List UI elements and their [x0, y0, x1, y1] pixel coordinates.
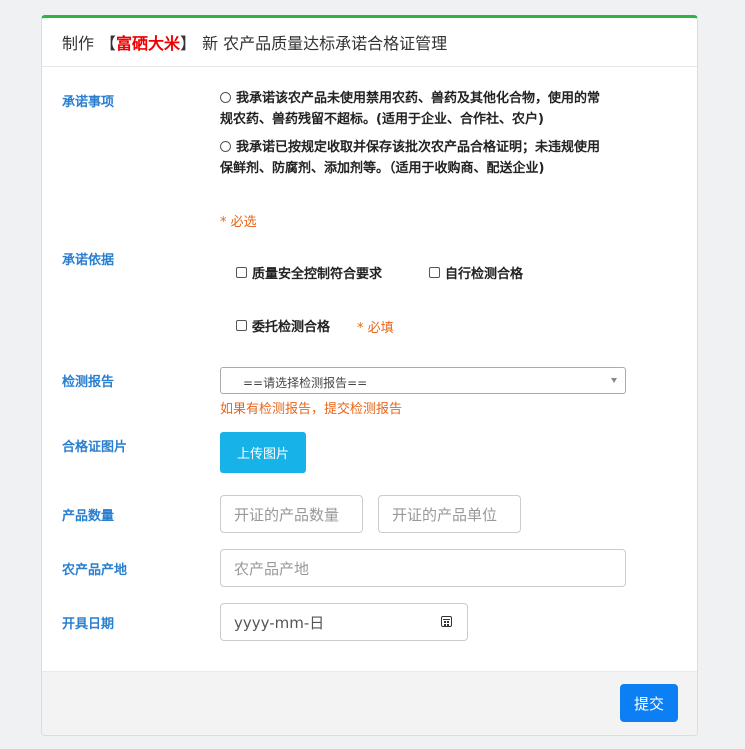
origin-input[interactable]: 农产品产地 — [220, 549, 626, 587]
basis-option-entrusted-test-text: 委托检测合格 — [252, 320, 331, 335]
header-product-name: 富硒大米 — [116, 34, 181, 53]
basis-option-quality-control-text: 质量安全控制符合要求 — [252, 267, 383, 282]
header-prefix: 制作 — [62, 34, 95, 53]
commitment-option-1[interactable]: 我承诺该农产品未使用禁用农药、兽药及其他化合物，使用的常规农药、兽药残留不超标。… — [220, 88, 605, 130]
report-label: 检测报告 — [62, 375, 115, 390]
submit-button[interactable]: 提交 — [620, 684, 678, 722]
report-select[interactable]: ==请选择检测报告== — [220, 367, 626, 394]
basis-option-entrusted-test[interactable]: 委托检测合格 — [236, 316, 330, 335]
issue-date-input[interactable]: yyyy-mm-日 — [220, 603, 468, 641]
basis-label: 承诺依据 — [62, 253, 115, 268]
commitment-option-2[interactable]: 我承诺已按规定收取并保存该批次农产品合格证明；未违规使用保鲜剂、防腐剂、添加剂等… — [220, 137, 605, 179]
header-bracket-open: 【 — [100, 34, 117, 53]
report-hint: 如果有检测报告，提交检测报告 — [220, 402, 403, 417]
commitment-label: 承诺事项 — [62, 95, 115, 110]
calendar-icon[interactable] — [441, 616, 452, 627]
quantity-label: 产品数量 — [62, 509, 115, 524]
commitment-required-note: * 必选 — [220, 215, 257, 230]
issue-date-label: 开具日期 — [62, 617, 115, 632]
header-bracket-close: 】 — [180, 34, 197, 53]
chevron-down-icon[interactable] — [611, 378, 617, 383]
commitment-option-1-text: 我承诺该农产品未使用禁用农药、兽药及其他化合物，使用的常规农药、兽药残留不超标。… — [220, 91, 601, 127]
basis-option-self-test-text: 自行检测合格 — [445, 267, 524, 282]
checkbox-icon[interactable] — [236, 320, 247, 331]
basis-option-self-test[interactable]: 自行检测合格 — [429, 263, 523, 282]
certificate-form-card: 制作 【 富硒大米 】 新 农产品质量达标承诺合格证管理 承诺事项 我承诺该农产… — [41, 15, 698, 736]
basis-option-quality-control[interactable]: 质量安全控制符合要求 — [236, 263, 382, 282]
issue-date-placeholder: yyyy-mm-日 — [234, 613, 325, 632]
checkbox-icon[interactable] — [429, 267, 440, 278]
radio-icon[interactable] — [220, 92, 231, 103]
form-body: 承诺事项 我承诺该农产品未使用禁用农药、兽药及其他化合物，使用的常规农药、兽药残… — [42, 67, 697, 672]
card-footer: 提交 — [42, 671, 697, 735]
origin-label: 农产品产地 — [62, 563, 128, 578]
basis-required-note: * 必填 — [357, 321, 394, 336]
upload-image-button[interactable]: 上传图片 — [220, 432, 306, 473]
commitment-option-2-text: 我承诺已按规定收取并保存该批次农产品合格证明；未违规使用保鲜剂、防腐剂、添加剂等… — [220, 140, 601, 176]
card-header: 制作 【 富硒大米 】 新 农产品质量达标承诺合格证管理 — [42, 18, 697, 67]
certificate-image-label: 合格证图片 — [62, 440, 128, 455]
report-select-value: ==请选择检测报告== — [243, 376, 368, 390]
radio-icon[interactable] — [220, 141, 231, 152]
quantity-unit-input[interactable]: 开证的产品单位 — [378, 495, 521, 533]
quantity-amount-input[interactable]: 开证的产品数量 — [220, 495, 363, 533]
page-title: 新 农产品质量达标承诺合格证管理 — [202, 34, 448, 53]
checkbox-icon[interactable] — [236, 267, 247, 278]
